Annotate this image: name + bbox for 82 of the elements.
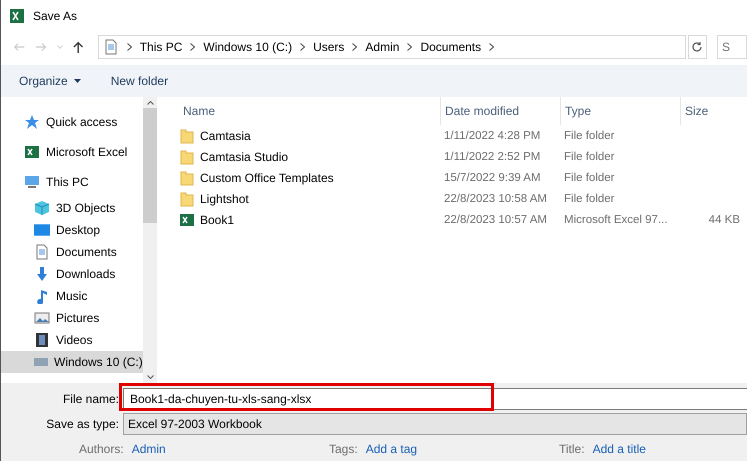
type-cell-text: File folder [563,130,616,142]
meta-link[interactable]: Add a tag [366,442,418,456]
desktop-icon [34,224,50,236]
file-type-dropdown[interactable]: Excel 97-2003 Workbook [123,413,747,435]
size-cell-text: 44 KB [708,214,740,226]
sidebar-item[interactable]: Downloads [1,263,143,285]
address-bar[interactable]: This PC Windows 10 (C:) Users Admin Documents [98,35,686,59]
scrollbar[interactable] [143,97,157,383]
star-icon [24,114,40,130]
file-name[interactable]: Book1 [179,212,440,228]
folder-icon [179,128,195,144]
monitor-icon [24,174,40,190]
spreadsheet-icon [24,144,40,160]
download-arrow-icon [34,266,50,282]
spreadsheet-icon [9,8,25,24]
date-cell-text: 22/8/2023 10:58 AM [443,192,548,204]
sidebar-item[interactable]: Videos [1,329,143,351]
type-cell-text: File folder [563,150,616,162]
column-header[interactable]: Name [179,97,440,125]
chevron-icon [300,43,306,51]
date-cell-text: 15/7/2022 9:39 AM [443,172,542,184]
type-cell-text: Microsoft Excel 97... [563,214,669,226]
search-field[interactable]: S [717,35,747,59]
cube-icon [34,200,50,216]
up-arrow-icon[interactable] [73,40,84,54]
sidebar-item[interactable]: 3D Objects [1,197,143,219]
date-cell-text: 22/8/2023 10:57 AM [443,214,548,226]
caret-icon [74,79,81,83]
sidebar-item[interactable]: Pictures [1,307,143,329]
breadcrumb[interactable]: Windows 10 (C:) [203,40,292,54]
music-note-icon [34,288,50,304]
file-name[interactable]: Camtasia [179,128,440,144]
file-name[interactable]: Camtasia Studio [179,148,440,164]
window-title: Save As [33,9,78,23]
drive-icon [34,358,48,366]
picture-icon [34,310,50,326]
folder-icon [179,148,195,164]
sidebar-item[interactable]: Quick access [1,107,143,137]
file-name-field[interactable]: Book1-da-chuyen-tu-xls-sang-xlsx [123,388,747,410]
sidebar-item[interactable]: Microsoft Excel [1,137,143,167]
document-icon [102,39,119,55]
breadcrumb[interactable]: Admin [365,40,400,54]
chevron-icon [190,43,196,51]
field-label: Save as type: [45,417,120,431]
meta-link[interactable]: Add a title [592,442,646,456]
folder-icon [179,170,195,186]
sidebar-item[interactable]: Windows 10 (C:) [1,351,143,373]
date-cell-text: 1/11/2022 4:28 PM [443,130,542,142]
meta-label: Tags: [329,442,358,456]
sidebar-item[interactable]: Music [1,285,143,307]
refresh-icon [691,41,704,53]
document-icon [34,244,50,260]
breadcrumb[interactable]: Users [313,40,344,54]
meta-label: Authors: [79,442,124,456]
organize-button[interactable]: Organize [19,74,81,88]
breadcrumb[interactable]: This PC [140,40,182,54]
scroll-down-icon[interactable] [146,375,154,379]
chevron-icon [126,43,132,51]
meta-label: Title: [559,442,585,456]
scroll-up-icon[interactable] [146,101,154,105]
sidebar-item[interactable]: Documents [1,241,143,263]
field-label: File name: [62,392,120,406]
date-cell-text: 1/11/2022 2:52 PM [443,150,542,162]
breadcrumb[interactable]: Documents [420,40,482,54]
folder-icon [179,190,195,206]
refresh-button[interactable] [688,35,708,59]
sidebar-item[interactable]: Desktop [1,219,143,241]
film-icon [34,332,50,348]
file-name[interactable]: Custom Office Templates [179,170,440,186]
new-folder-button[interactable]: New folder [110,74,168,88]
meta-link[interactable]: Admin [132,442,166,456]
spreadsheet-icon [179,212,195,228]
chevron-icon [352,43,358,51]
type-cell-text: File folder [563,172,616,184]
type-cell-text: File folder [563,192,616,204]
file-name[interactable]: Lightshot [179,190,440,206]
column-header[interactable]: Date modified [440,97,560,125]
column-header[interactable]: Size [680,97,740,125]
sidebar-item[interactable]: This PC [1,167,143,197]
chevron-icon [407,43,412,51]
column-header[interactable]: Type [560,97,680,125]
chevron-icon [489,43,494,51]
